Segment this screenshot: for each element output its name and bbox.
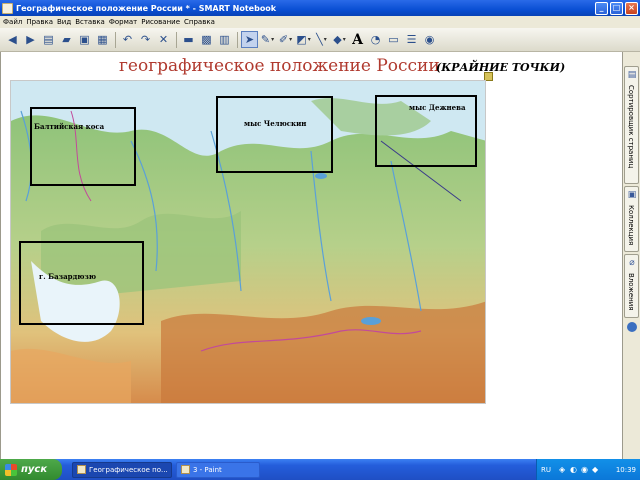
- tab-gallery-label: Коллекция: [627, 205, 635, 246]
- text-tool-icon[interactable]: A: [349, 31, 366, 48]
- page-sorter-icon: ▤: [627, 70, 637, 80]
- windows-logo-icon: [5, 463, 17, 476]
- table-icon[interactable]: ▥: [216, 31, 233, 48]
- back-icon[interactable]: ◀: [4, 31, 21, 48]
- toolbar-move-icon[interactable]: ☰: [403, 31, 420, 48]
- notebook-page-canvas[interactable]: географическое положение России (КРАЙНИЕ…: [0, 52, 622, 459]
- taskbar-item-label: Географическое по...: [89, 465, 168, 474]
- menu-insert[interactable]: Вставка: [75, 18, 109, 26]
- maximize-button[interactable]: □: [610, 1, 623, 15]
- tab-attachments[interactable]: ⌀ Вложения: [624, 254, 639, 318]
- windows-taskbar: пуск Географическое по... 3 - Paint RU ◈…: [0, 459, 640, 480]
- start-button[interactable]: пуск: [0, 459, 62, 480]
- volume-icon[interactable]: ◐: [570, 465, 578, 474]
- mount-bazardyuzyu-box[interactable]: [19, 241, 144, 325]
- language-indicator[interactable]: RU: [541, 466, 551, 474]
- russia-physical-map[interactable]: Балтийская коса мыс Челюскин мыс Дежнева…: [10, 80, 486, 404]
- delete-icon[interactable]: ✕: [155, 31, 172, 48]
- tab-page-sorter-label: Сортировщик страниц: [627, 85, 635, 169]
- page-title[interactable]: географическое положение России: [119, 56, 440, 76]
- toolbar-separator: [115, 31, 116, 48]
- gallery-icon: ▣: [627, 190, 637, 200]
- notebook-app-icon: [2, 2, 13, 14]
- taskbar-item-label: 3 - Paint: [193, 465, 222, 474]
- baltic-spit-label: Балтийская коса: [34, 122, 105, 131]
- network-icon[interactable]: ◈: [559, 465, 567, 474]
- fullscreen-icon[interactable]: ▩: [198, 31, 215, 48]
- start-label: пуск: [21, 464, 48, 475]
- menu-view[interactable]: Вид: [57, 18, 75, 26]
- tab-gallery[interactable]: ▣ Коллекция: [624, 186, 639, 252]
- window-titlebar[interactable]: Географическое положение России * - SMAR…: [0, 0, 640, 16]
- eraser-icon[interactable]: ◩ ▾: [295, 31, 312, 48]
- menu-draw[interactable]: Рисование: [141, 18, 184, 26]
- screen-shade-icon[interactable]: ▬: [180, 31, 197, 48]
- smart-tray-icon[interactable]: ◉: [581, 465, 589, 474]
- tab-attachments-label: Вложения: [627, 273, 635, 311]
- main-toolbar: ◀ ▶ ▤ ▰ ▣ ▦ ↶ ↷ ✕ ▬ ▩ ▥ ➤ ✎ ▾ ✐ ▾ ◩ ▾ ╲ ▾ ◆ ▾…: [0, 28, 640, 52]
- fill-icon[interactable]: ◔: [367, 31, 384, 48]
- forward-icon[interactable]: ▶: [22, 31, 39, 48]
- undo-icon[interactable]: ↶: [119, 31, 136, 48]
- save-icon[interactable]: ▣: [76, 31, 93, 48]
- clock: 10:39: [615, 465, 636, 474]
- cape-dezhnev-label: мыс Дежнева: [409, 103, 466, 112]
- redo-icon[interactable]: ↷: [137, 31, 154, 48]
- mount-bazardyuzyu-label: г. Базардюзю: [39, 272, 97, 281]
- menu-file[interactable]: Файл: [3, 18, 26, 26]
- tab-page-sorter[interactable]: ▤ Сортировщик страниц: [624, 66, 639, 184]
- window-title: Географическое положение России * - SMAR…: [16, 3, 277, 13]
- window-controls: _ □ ×: [595, 1, 638, 15]
- minimize-button[interactable]: _: [595, 1, 608, 15]
- toolbar-settings-icon[interactable]: ◉: [421, 31, 438, 48]
- attachments-icon: ⌀: [629, 258, 635, 268]
- add-page-icon[interactable]: ▤: [40, 31, 57, 48]
- page-subtitle[interactable]: (КРАЙНИЕ ТОЧКИ): [436, 61, 565, 74]
- menu-edit[interactable]: Правка: [26, 18, 57, 26]
- menu-bar: Файл Правка Вид Вставка Формат Рисование…: [0, 16, 640, 28]
- taskbar-item-notebook[interactable]: Географическое по...: [72, 461, 172, 478]
- select-arrow-icon[interactable]: ➤: [241, 31, 258, 48]
- paste-icon[interactable]: ▦: [94, 31, 111, 48]
- toolbar-separator: [237, 31, 238, 48]
- creative-pen-icon[interactable]: ✐ ▾: [277, 31, 294, 48]
- pen-icon[interactable]: ✎ ▾: [259, 31, 276, 48]
- baltic-spit-box[interactable]: [30, 107, 136, 186]
- properties-icon[interactable]: ▭: [385, 31, 402, 48]
- properties-tab-icon[interactable]: [627, 322, 637, 332]
- side-tab-panel: ▤ Сортировщик страниц ▣ Коллекция ⌀ Влож…: [622, 52, 640, 459]
- screen: Географическое положение России * - SMAR…: [0, 0, 640, 480]
- close-button[interactable]: ×: [625, 1, 638, 15]
- shapes-icon[interactable]: ◆ ▾: [331, 31, 348, 48]
- notebook-task-icon: [77, 465, 86, 474]
- paint-task-icon: [181, 465, 190, 474]
- security-icon[interactable]: ◆: [592, 465, 600, 474]
- system-tray: RU ◈ ◐ ◉ ◆ 10:39: [536, 459, 640, 480]
- line-icon[interactable]: ╲ ▾: [313, 31, 330, 48]
- menu-format[interactable]: Формат: [109, 18, 141, 26]
- menu-help[interactable]: Справка: [184, 18, 219, 26]
- taskbar-item-paint[interactable]: 3 - Paint: [176, 461, 260, 478]
- open-icon[interactable]: ▰: [58, 31, 75, 48]
- cape-chelyuskin-label: мыс Челюскин: [244, 119, 307, 128]
- cape-chelyuskin-box[interactable]: [216, 96, 333, 173]
- toolbar-separator: [176, 31, 177, 48]
